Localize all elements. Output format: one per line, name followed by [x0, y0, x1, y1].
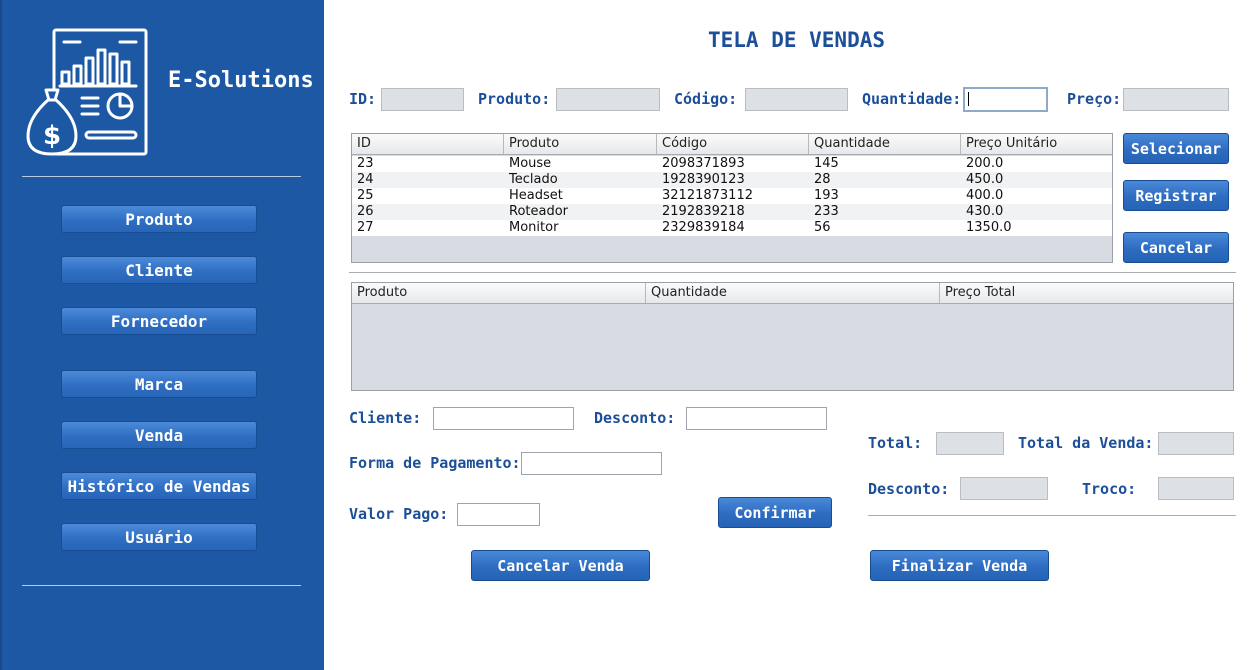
troco-field — [1158, 477, 1234, 500]
table-cell: Teclado — [509, 172, 558, 187]
total-venda-field — [1158, 432, 1234, 455]
table-cell: 233 — [814, 204, 839, 219]
total-field — [936, 432, 1004, 455]
table-cell: Headset — [509, 188, 563, 203]
table-cell: 2098371893 — [662, 156, 745, 171]
table-cell: Roteador — [509, 204, 569, 219]
troco-label: Troco: — [1082, 480, 1137, 498]
quantidade-field[interactable] — [963, 87, 1048, 112]
selecionar-button[interactable]: Selecionar — [1123, 133, 1229, 164]
valor-pago-label: Valor Pago: — [349, 505, 449, 523]
column-header[interactable]: Produto — [352, 283, 646, 303]
cancelar-venda-button[interactable]: Cancelar Venda — [471, 550, 650, 581]
cart-table-header: Produto Quantidade Preço Total — [352, 283, 1233, 304]
column-header[interactable]: Preço Unitário — [961, 134, 1112, 154]
table-cell: 450.0 — [966, 172, 1004, 187]
sidebar-item-usuario[interactable]: Usuário — [61, 523, 257, 551]
summary-divider — [868, 515, 1236, 516]
table-cell: 2329839184 — [662, 220, 745, 235]
valor-pago-field[interactable] — [457, 503, 540, 526]
column-header[interactable]: Produto — [504, 134, 657, 154]
produto-label: Produto: — [478, 90, 551, 108]
table-cell: 430.0 — [966, 204, 1004, 219]
column-header[interactable]: Quantidade — [646, 283, 940, 303]
table-row[interactable]: 26 Roteador 2192839218 233 430.0 — [352, 204, 1112, 220]
cliente-field[interactable] — [433, 407, 574, 430]
table-row[interactable]: 23 Mouse 2098371893 145 200.0 — [352, 156, 1112, 172]
column-header[interactable]: Quantidade — [809, 134, 961, 154]
table-cell: 28 — [814, 172, 831, 187]
page-title: TELA DE VENDAS — [708, 28, 886, 52]
produto-field[interactable] — [556, 88, 660, 111]
sidebar-item-cliente[interactable]: Cliente — [61, 256, 257, 284]
table-cell: 24 — [357, 172, 374, 187]
table-cell: 400.0 — [966, 188, 1004, 203]
svg-text:$: $ — [43, 121, 61, 151]
table-row[interactable]: 27 Monitor 2329839184 56 1350.0 — [352, 220, 1112, 236]
sidebar-item-marca[interactable]: Marca — [61, 370, 257, 398]
table-row[interactable]: 25 Headset 32121873112 193 400.0 — [352, 188, 1112, 204]
codigo-label: Código: — [674, 90, 738, 108]
desconto-label: Desconto: — [594, 409, 676, 427]
table-cell: 25 — [357, 188, 374, 203]
sidebar-edge — [0, 0, 2, 670]
sidebar-divider-bottom — [22, 585, 301, 586]
sidebar-item-historico-vendas[interactable]: Histórico de Vendas — [61, 472, 257, 500]
table-row[interactable]: 24 Teclado 1928390123 28 450.0 — [352, 172, 1112, 188]
column-header[interactable]: Preço Total — [940, 283, 1233, 303]
finance-report-icon: $ — [26, 28, 148, 156]
table-cell: 1928390123 — [662, 172, 745, 187]
products-table-header: ID Produto Código Quantidade Preço Unitá… — [352, 134, 1112, 155]
preco-field[interactable] — [1123, 88, 1229, 111]
cart-table[interactable]: Produto Quantidade Preço Total — [351, 282, 1234, 391]
table-cell: 56 — [814, 220, 831, 235]
id-field[interactable] — [381, 88, 464, 111]
total-label: Total: — [868, 434, 923, 452]
table-cell: 1350.0 — [966, 220, 1012, 235]
id-label: ID: — [349, 90, 377, 108]
table-cell: 145 — [814, 156, 839, 171]
sidebar-divider-top — [22, 176, 301, 177]
table-cell: 200.0 — [966, 156, 1004, 171]
quantidade-label: Quantidade: — [862, 90, 962, 108]
products-table[interactable]: ID Produto Código Quantidade Preço Unitá… — [351, 133, 1113, 263]
summary-desconto-label: Desconto: — [868, 480, 950, 498]
cancelar-button[interactable]: Cancelar — [1123, 232, 1229, 263]
sidebar-item-venda[interactable]: Venda — [61, 421, 257, 449]
forma-pagamento-label: Forma de Pagamento: — [349, 454, 521, 472]
registrar-button[interactable]: Registrar — [1123, 180, 1229, 211]
table-cell: 26 — [357, 204, 374, 219]
table-cell: 32121873112 — [662, 188, 753, 203]
sidebar-item-fornecedor[interactable]: Fornecedor — [61, 307, 257, 335]
sidebar-item-produto[interactable]: Produto — [61, 205, 257, 233]
table-cell: Monitor — [509, 220, 559, 235]
text-caret — [968, 92, 969, 106]
brand-name: E-Solutions — [168, 68, 314, 93]
summary-desconto-field — [960, 477, 1048, 500]
desconto-field[interactable] — [686, 407, 827, 430]
table-cell: 27 — [357, 220, 374, 235]
confirmar-button[interactable]: Confirmar — [718, 497, 832, 528]
table-cell: 23 — [357, 156, 374, 171]
column-header[interactable]: ID — [352, 134, 504, 154]
column-header[interactable]: Código — [657, 134, 809, 154]
table-cell: 2192839218 — [662, 204, 745, 219]
table-cell: Mouse — [509, 156, 552, 171]
codigo-field[interactable] — [745, 88, 848, 111]
preco-label: Preço: — [1067, 90, 1122, 108]
total-venda-label: Total da Venda: — [1018, 434, 1154, 452]
finalizar-venda-button[interactable]: Finalizar Venda — [870, 550, 1049, 581]
cliente-label: Cliente: — [349, 409, 422, 427]
forma-pagamento-field[interactable] — [521, 452, 662, 475]
section-divider — [349, 272, 1236, 273]
table-cell: 193 — [814, 188, 839, 203]
